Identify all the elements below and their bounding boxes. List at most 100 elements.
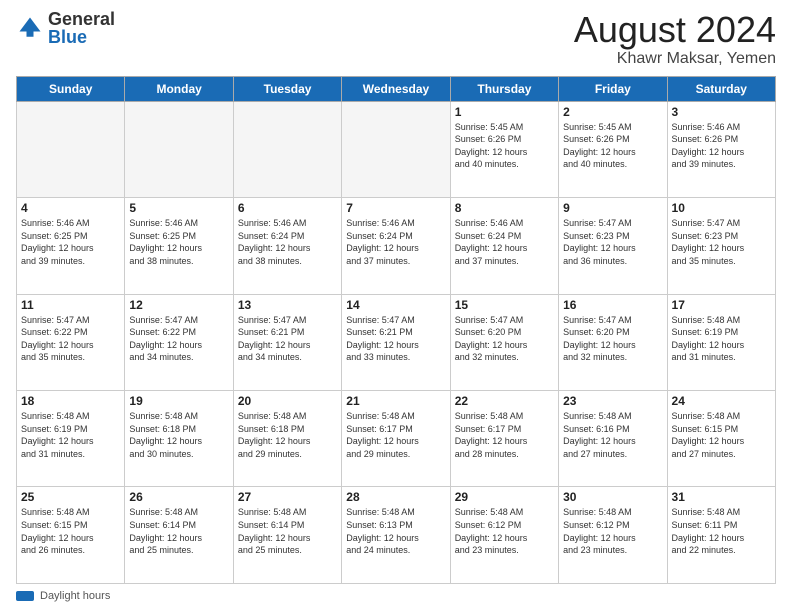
day-number: 12 bbox=[129, 298, 228, 312]
day-info: Sunrise: 5:46 AM Sunset: 6:25 PM Dayligh… bbox=[21, 217, 120, 267]
day-number: 15 bbox=[455, 298, 554, 312]
calendar-cell: 11Sunrise: 5:47 AM Sunset: 6:22 PM Dayli… bbox=[17, 294, 125, 390]
calendar-cell: 16Sunrise: 5:47 AM Sunset: 6:20 PM Dayli… bbox=[559, 294, 667, 390]
day-info: Sunrise: 5:48 AM Sunset: 6:19 PM Dayligh… bbox=[672, 314, 771, 364]
footer-label: Daylight hours bbox=[40, 590, 110, 602]
day-number: 5 bbox=[129, 201, 228, 215]
calendar-cell: 31 Sunrise: 5:48 AM Sunset: 6:11 PM Dayli… bbox=[667, 487, 775, 584]
calendar-header-sunday: Sunday bbox=[17, 76, 125, 101]
daylight-bar-icon bbox=[16, 591, 34, 601]
calendar-cell bbox=[17, 101, 125, 197]
day-info: Sunrise: 5:47 AM Sunset: 6:21 PM Dayligh… bbox=[346, 314, 445, 364]
calendar-header-wednesday: Wednesday bbox=[342, 76, 450, 101]
day-number: 2 bbox=[563, 105, 662, 119]
day-number: 28 bbox=[346, 490, 445, 504]
calendar-cell: 30Sunrise: 5:48 AM Sunset: 6:12 PM Dayli… bbox=[559, 487, 667, 584]
calendar-cell: 8Sunrise: 5:46 AM Sunset: 6:24 PM Daylig… bbox=[450, 198, 558, 294]
calendar-cell: 7 Sunrise: 5:46 AM Sunset: 6:24 PM Daylig… bbox=[342, 198, 450, 294]
day-number: 7 bbox=[346, 201, 445, 215]
calendar-week-row: 18 Sunrise: 5:48 AM Sunset: 6:19 PM Dayli… bbox=[17, 391, 776, 487]
day-number: 6 bbox=[238, 201, 337, 215]
calendar-cell: 12 Sunrise: 5:47 AM Sunset: 6:22 PM Dayli… bbox=[125, 294, 233, 390]
day-number: 20 bbox=[238, 394, 337, 408]
calendar-cell: 23Sunrise: 5:48 AM Sunset: 6:16 PM Dayli… bbox=[559, 391, 667, 487]
day-info: Sunrise: 5:46 AM Sunset: 6:24 PM Dayligh… bbox=[238, 217, 337, 267]
day-info: Sunrise: 5:48 AM Sunset: 6:19 PM Dayligh… bbox=[21, 410, 120, 460]
calendar-cell: 1Sunrise: 5:45 AM Sunset: 6:26 PM Daylig… bbox=[450, 101, 558, 197]
day-number: 8 bbox=[455, 201, 554, 215]
calendar-cell bbox=[125, 101, 233, 197]
day-number: 1 bbox=[455, 105, 554, 119]
calendar-cell: 2 Sunrise: 5:45 AM Sunset: 6:26 PM Daylig… bbox=[559, 101, 667, 197]
day-info: Sunrise: 5:47 AM Sunset: 6:22 PM Dayligh… bbox=[129, 314, 228, 364]
day-number: 23 bbox=[563, 394, 662, 408]
day-info: Sunrise: 5:47 AM Sunset: 6:23 PM Dayligh… bbox=[563, 217, 662, 267]
calendar-cell: 6 Sunrise: 5:46 AM Sunset: 6:24 PM Daylig… bbox=[233, 198, 341, 294]
day-number: 26 bbox=[129, 490, 228, 504]
calendar-cell: 9 Sunrise: 5:47 AM Sunset: 6:23 PM Daylig… bbox=[559, 198, 667, 294]
calendar-cell: 13Sunrise: 5:47 AM Sunset: 6:21 PM Dayli… bbox=[233, 294, 341, 390]
day-number: 25 bbox=[21, 490, 120, 504]
day-info: Sunrise: 5:48 AM Sunset: 6:13 PM Dayligh… bbox=[346, 506, 445, 556]
calendar-header-tuesday: Tuesday bbox=[233, 76, 341, 101]
day-number: 14 bbox=[346, 298, 445, 312]
day-info: Sunrise: 5:47 AM Sunset: 6:23 PM Dayligh… bbox=[672, 217, 771, 267]
day-number: 13 bbox=[238, 298, 337, 312]
calendar-header-row: SundayMondayTuesdayWednesdayThursdayFrid… bbox=[17, 76, 776, 101]
calendar-cell: 20 Sunrise: 5:48 AM Sunset: 6:18 PM Dayli… bbox=[233, 391, 341, 487]
day-info: Sunrise: 5:47 AM Sunset: 6:20 PM Dayligh… bbox=[563, 314, 662, 364]
calendar-cell: 10 Sunrise: 5:47 AM Sunset: 6:23 PM Dayli… bbox=[667, 198, 775, 294]
day-info: Sunrise: 5:48 AM Sunset: 6:17 PM Dayligh… bbox=[346, 410, 445, 460]
calendar-cell: 18 Sunrise: 5:48 AM Sunset: 6:19 PM Dayli… bbox=[17, 391, 125, 487]
header: General Blue August 2024 Khawr Maksar, Y… bbox=[16, 10, 776, 68]
day-number: 27 bbox=[238, 490, 337, 504]
day-number: 19 bbox=[129, 394, 228, 408]
day-number: 22 bbox=[455, 394, 554, 408]
day-number: 21 bbox=[346, 394, 445, 408]
day-number: 17 bbox=[672, 298, 771, 312]
calendar-cell: 15 Sunrise: 5:47 AM Sunset: 6:20 PM Dayli… bbox=[450, 294, 558, 390]
day-number: 29 bbox=[455, 490, 554, 504]
day-info: Sunrise: 5:48 AM Sunset: 6:14 PM Dayligh… bbox=[129, 506, 228, 556]
day-info: Sunrise: 5:46 AM Sunset: 6:26 PM Dayligh… bbox=[672, 121, 771, 171]
calendar-cell bbox=[342, 101, 450, 197]
day-info: Sunrise: 5:46 AM Sunset: 6:25 PM Dayligh… bbox=[129, 217, 228, 267]
day-info: Sunrise: 5:47 AM Sunset: 6:22 PM Dayligh… bbox=[21, 314, 120, 364]
calendar-header-friday: Friday bbox=[559, 76, 667, 101]
day-info: Sunrise: 5:48 AM Sunset: 6:15 PM Dayligh… bbox=[21, 506, 120, 556]
day-info: Sunrise: 5:45 AM Sunset: 6:26 PM Dayligh… bbox=[563, 121, 662, 171]
calendar-week-row: 1 Sunrise: 5:45 AM Sunset: 6:26 PM Daylig… bbox=[17, 101, 776, 197]
day-info: Sunrise: 5:48 AM Sunset: 6:12 PM Dayligh… bbox=[455, 506, 554, 556]
footer: Daylight hours bbox=[16, 590, 776, 602]
calendar-cell: 29 Sunrise: 5:48 AM Sunset: 6:12 PM Dayli… bbox=[450, 487, 558, 584]
day-number: 4 bbox=[21, 201, 120, 215]
calendar-cell: 3Sunrise: 5:46 AM Sunset: 6:26 PM Daylig… bbox=[667, 101, 775, 197]
calendar-cell: 21 Sunrise: 5:48 AM Sunset: 6:17 PM Dayli… bbox=[342, 391, 450, 487]
calendar-cell: 27Sunrise: 5:48 AM Sunset: 6:14 PM Dayli… bbox=[233, 487, 341, 584]
calendar-week-row: 4 Sunrise: 5:46 AM Sunset: 6:25 PM Daylig… bbox=[17, 198, 776, 294]
calendar-week-row: 25 Sunrise: 5:48 AM Sunset: 6:15 PM Dayli… bbox=[17, 487, 776, 584]
calendar-cell: 4 Sunrise: 5:46 AM Sunset: 6:25 PM Daylig… bbox=[17, 198, 125, 294]
title-month: August 2024 bbox=[574, 10, 776, 50]
day-number: 10 bbox=[672, 201, 771, 215]
day-info: Sunrise: 5:47 AM Sunset: 6:20 PM Dayligh… bbox=[455, 314, 554, 364]
day-info: Sunrise: 5:48 AM Sunset: 6:17 PM Dayligh… bbox=[455, 410, 554, 460]
logo-icon bbox=[16, 14, 44, 42]
calendar-cell: 5 Sunrise: 5:46 AM Sunset: 6:25 PM Daylig… bbox=[125, 198, 233, 294]
day-number: 18 bbox=[21, 394, 120, 408]
logo-general: General bbox=[48, 9, 115, 29]
logo-text: General Blue bbox=[48, 10, 115, 46]
calendar-cell: 19Sunrise: 5:48 AM Sunset: 6:18 PM Dayli… bbox=[125, 391, 233, 487]
title-location: Khawr Maksar, Yemen bbox=[574, 50, 776, 68]
day-info: Sunrise: 5:48 AM Sunset: 6:18 PM Dayligh… bbox=[238, 410, 337, 460]
calendar-cell: 28 Sunrise: 5:48 AM Sunset: 6:13 PM Dayli… bbox=[342, 487, 450, 584]
calendar-header-monday: Monday bbox=[125, 76, 233, 101]
day-number: 9 bbox=[563, 201, 662, 215]
calendar-cell: 24Sunrise: 5:48 AM Sunset: 6:15 PM Dayli… bbox=[667, 391, 775, 487]
day-info: Sunrise: 5:48 AM Sunset: 6:11 PM Dayligh… bbox=[672, 506, 771, 556]
day-number: 31 bbox=[672, 490, 771, 504]
day-info: Sunrise: 5:46 AM Sunset: 6:24 PM Dayligh… bbox=[346, 217, 445, 267]
calendar-cell bbox=[233, 101, 341, 197]
calendar-header-saturday: Saturday bbox=[667, 76, 775, 101]
logo: General Blue bbox=[16, 10, 115, 46]
